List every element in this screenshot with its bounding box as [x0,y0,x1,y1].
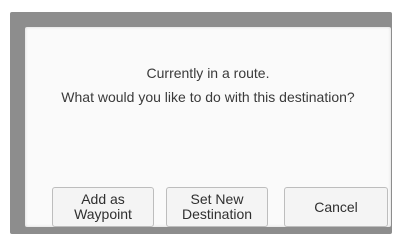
dialog-message-line-2: What would you like to do with this dest… [61,89,355,105]
dialog-message-line-1: Currently in a route. [146,65,270,81]
dialog-buttons: Add as Waypoint Set New Destination Canc… [38,187,388,227]
set-new-destination-button[interactable]: Set New Destination [166,187,268,227]
set-new-destination-label-1: Set New [190,191,244,207]
screen: Currently in a route. What would you lik… [0,0,398,243]
dialog-frame: Currently in a route. What would you lik… [10,12,392,234]
add-as-waypoint-button[interactable]: Add as Waypoint [52,187,154,227]
set-new-destination-label-2: Destination [181,206,253,222]
add-as-waypoint-label-1: Add as [81,191,125,207]
add-as-waypoint-label-2: Waypoint [74,206,132,222]
cancel-label: Cancel [314,198,358,215]
cancel-button[interactable]: Cancel [284,187,388,227]
dialog-message: Currently in a route. What would you lik… [25,61,391,109]
